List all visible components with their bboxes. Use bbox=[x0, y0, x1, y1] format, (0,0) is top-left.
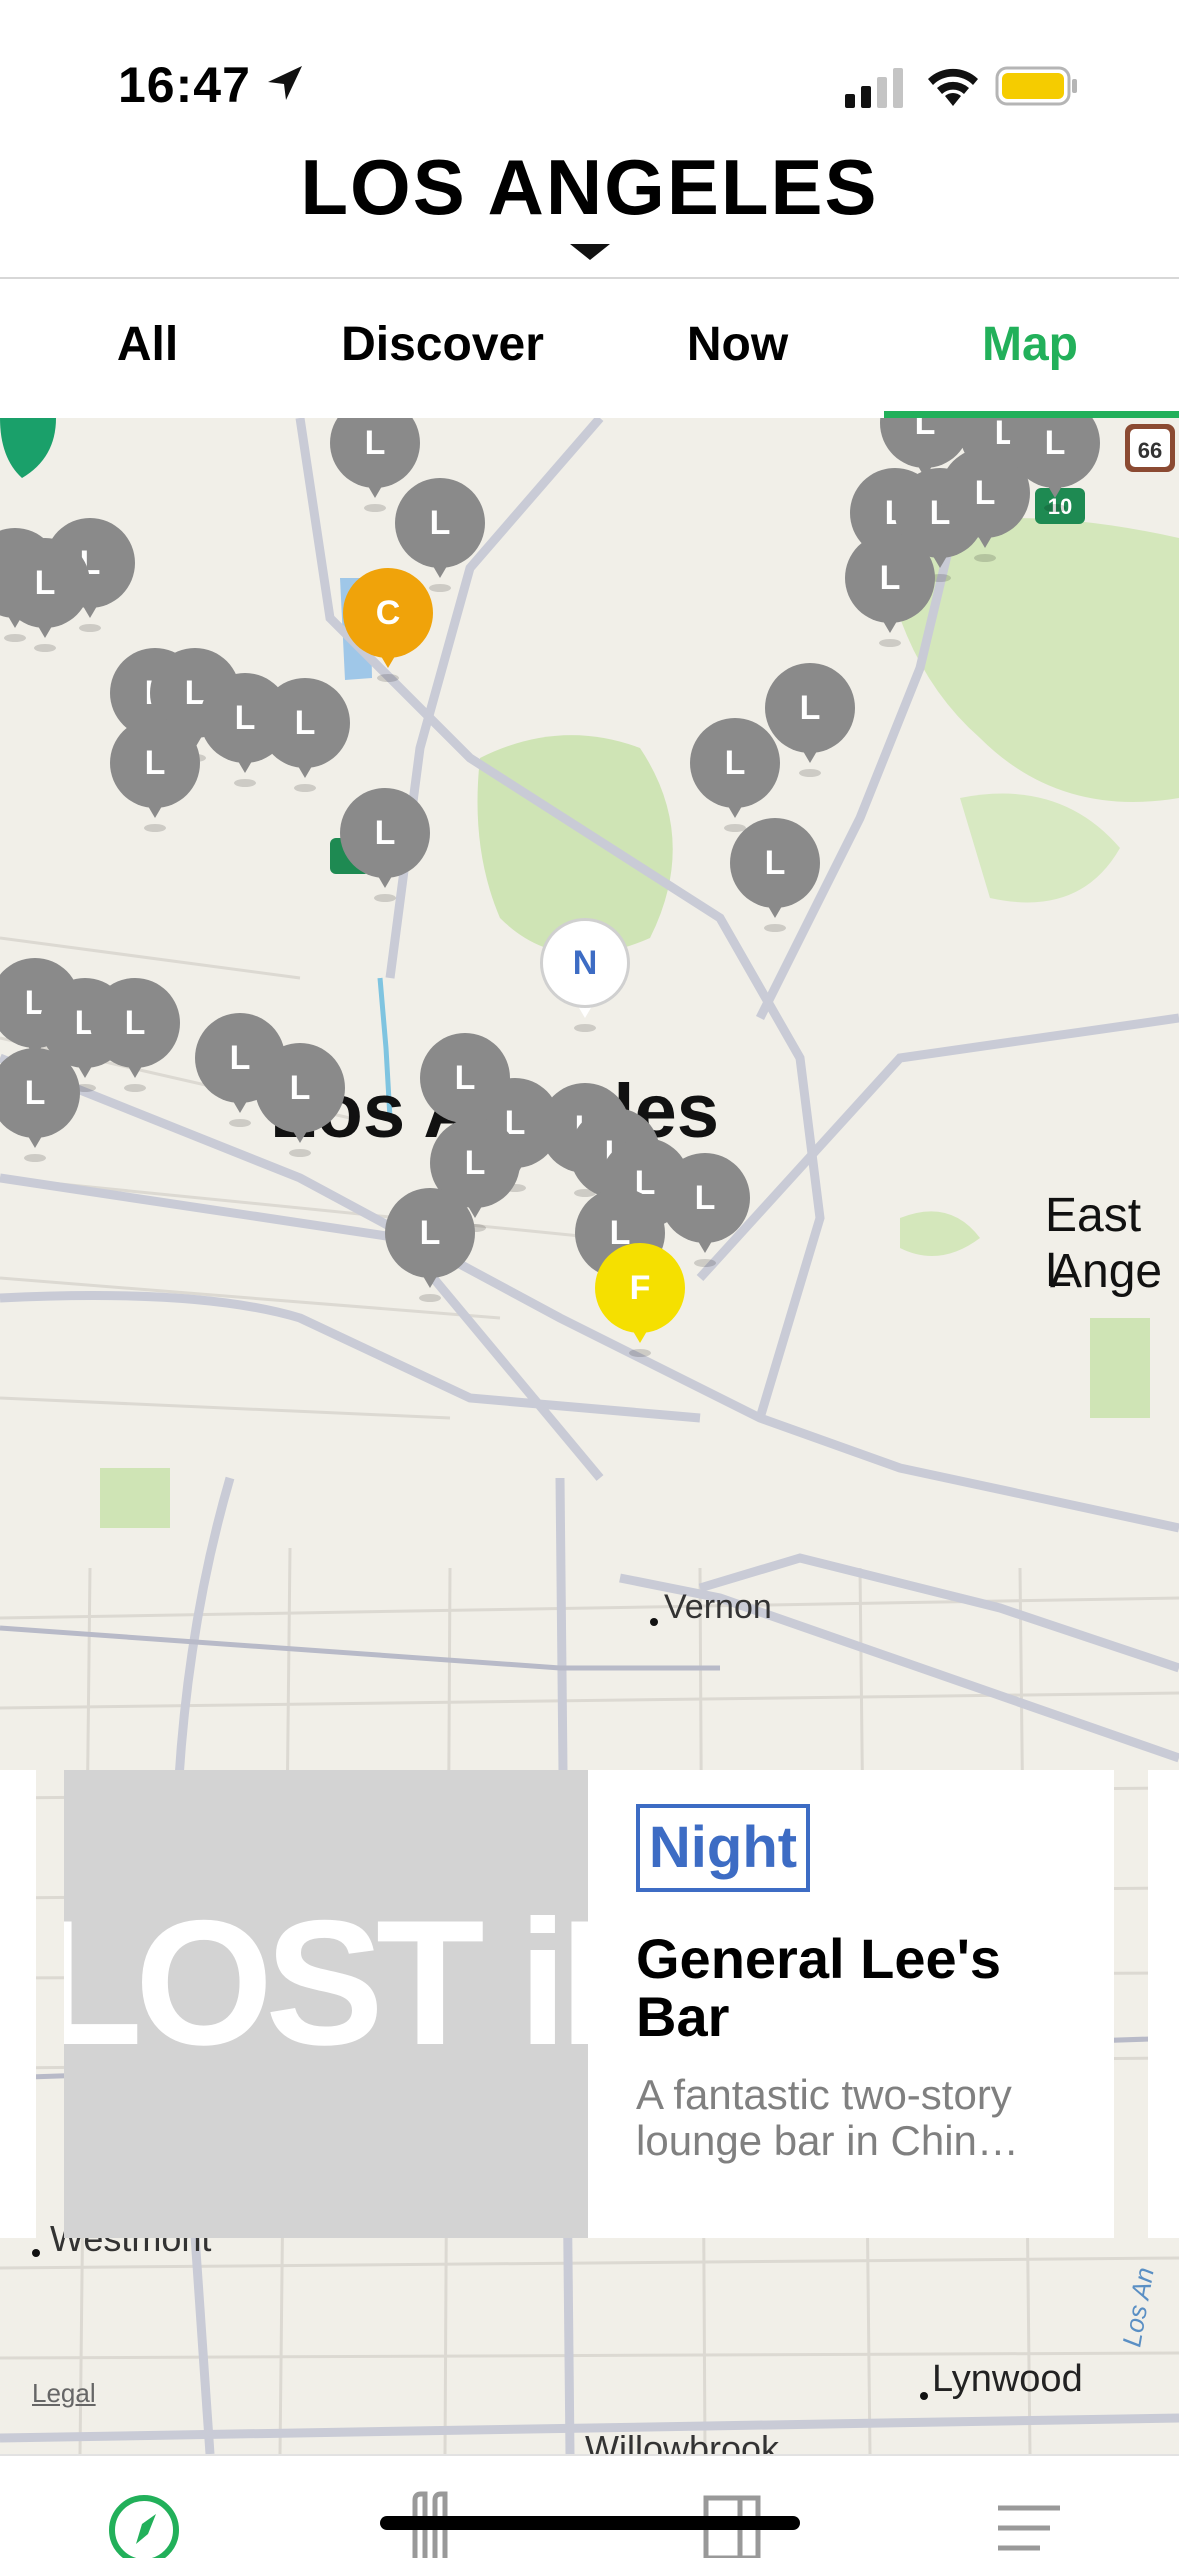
lynwood-dot bbox=[920, 2392, 928, 2400]
tab-discover[interactable]: Discover bbox=[320, 279, 565, 418]
pin-shadow bbox=[374, 894, 396, 902]
map-pin-l[interactable]: L bbox=[110, 718, 206, 838]
menu-icon[interactable] bbox=[994, 2502, 1064, 2558]
vernon-dot bbox=[650, 1618, 658, 1626]
map-pin-n[interactable]: N bbox=[540, 918, 636, 1038]
tab-map[interactable]: Map bbox=[930, 279, 1130, 418]
map-pin-l[interactable]: L bbox=[1010, 418, 1106, 518]
pin-letter: L bbox=[694, 1179, 716, 1217]
pin-shadow bbox=[764, 924, 786, 932]
pin-shadow bbox=[294, 784, 316, 792]
map-label-willowbrook: Willowbrook bbox=[585, 2428, 780, 2454]
westmont-dot bbox=[32, 2249, 40, 2257]
pin-letter: L bbox=[879, 559, 901, 597]
pin-shadow bbox=[419, 1294, 441, 1302]
place-description: A fantastic two-story lounge bar in Chin… bbox=[636, 2071, 1019, 2164]
battery-icon bbox=[995, 66, 1077, 106]
map-pin-l[interactable]: L bbox=[255, 1043, 351, 1163]
pin-shadow bbox=[24, 1154, 46, 1162]
map-pin-l[interactable]: L bbox=[90, 978, 186, 1098]
map-legal-link[interactable]: Legal bbox=[32, 2378, 96, 2409]
pin-letter: L bbox=[419, 1214, 441, 1252]
pin-letter: L bbox=[144, 744, 166, 782]
pin-shadow bbox=[144, 824, 166, 832]
pin-letter: L bbox=[24, 1074, 46, 1112]
place-card[interactable]: LOST iN Night General Lee's Bar A fantas… bbox=[64, 1770, 1114, 2238]
place-card-image-text: LOST iN bbox=[64, 1883, 588, 2082]
pin-letter: N bbox=[572, 944, 598, 982]
pin-letter: L bbox=[429, 504, 451, 542]
bottom-nav bbox=[0, 2454, 1179, 2558]
pin-letter: F bbox=[629, 1269, 651, 1307]
tab-all[interactable]: All bbox=[60, 279, 235, 418]
home-indicator bbox=[380, 2516, 800, 2530]
map-pin-l[interactable]: L bbox=[385, 1188, 481, 1308]
status-bar: 16:47 bbox=[0, 0, 1179, 150]
pin-shadow bbox=[799, 769, 821, 777]
map-pin-l[interactable]: L bbox=[0, 1048, 86, 1168]
city-title[interactable]: LOS ANGELES bbox=[0, 142, 1179, 233]
pin-letter: L bbox=[799, 689, 821, 727]
pin-shadow bbox=[629, 1349, 651, 1357]
pin-letter: C bbox=[375, 594, 401, 632]
card-peek-left[interactable] bbox=[0, 1770, 36, 2238]
place-title: General Lee's Bar bbox=[636, 1927, 1002, 2048]
compass-icon[interactable] bbox=[106, 2492, 182, 2558]
pin-shadow bbox=[364, 504, 386, 512]
river-label: Los An bbox=[1116, 2265, 1159, 2349]
pin-shadow bbox=[879, 639, 901, 647]
svg-text:66: 66 bbox=[1138, 438, 1162, 463]
map-pin-f[interactable]: F bbox=[595, 1243, 691, 1363]
map-pin-l[interactable]: L bbox=[765, 663, 861, 783]
status-time: 16:47 bbox=[118, 57, 251, 113]
signal-icon bbox=[845, 68, 903, 108]
pin-shadow bbox=[694, 1259, 716, 1267]
pin-shadow bbox=[234, 779, 256, 787]
tab-bar: All Discover Now Map bbox=[0, 279, 1179, 418]
pin-letter: L bbox=[294, 704, 316, 742]
map-pin-l[interactable]: L bbox=[260, 678, 356, 798]
pin-shadow bbox=[974, 554, 996, 562]
pin-shadow bbox=[574, 1024, 596, 1032]
pin-shadow bbox=[34, 644, 56, 652]
map-pin-l[interactable]: L bbox=[845, 533, 941, 653]
pin-letter: L bbox=[34, 564, 56, 602]
pin-shadow bbox=[229, 1119, 251, 1127]
pin-letter: L bbox=[764, 844, 786, 882]
map-pin-c[interactable]: C bbox=[343, 568, 439, 688]
pin-shadow bbox=[377, 674, 399, 682]
route-66-shield: 66 bbox=[1125, 424, 1175, 472]
map-pin-l[interactable]: L bbox=[340, 788, 436, 908]
caret-down-icon[interactable] bbox=[570, 244, 610, 260]
pin-shadow bbox=[289, 1149, 311, 1157]
location-arrow-icon bbox=[268, 66, 302, 100]
wifi-icon bbox=[928, 68, 978, 106]
pin-letter: L bbox=[289, 1069, 311, 1107]
tab-now[interactable]: Now bbox=[640, 279, 835, 418]
pin-shadow bbox=[1044, 504, 1066, 512]
card-peek-right[interactable] bbox=[1148, 1770, 1179, 2238]
pin-letter: L bbox=[124, 1004, 146, 1042]
map-pin-l[interactable]: L bbox=[0, 538, 96, 658]
category-badge: Night bbox=[636, 1804, 810, 1892]
map-label-vernon: Vernon bbox=[664, 1588, 772, 1626]
map-label-east-la-2: Ange bbox=[1050, 1245, 1163, 1298]
map-pin-l[interactable]: L bbox=[730, 818, 826, 938]
place-card-image: LOST iN bbox=[64, 1770, 588, 2238]
pin-letter: L bbox=[374, 814, 396, 852]
pin-shadow bbox=[124, 1084, 146, 1092]
partial-map-pin[interactable] bbox=[0, 418, 56, 478]
pin-letter: L bbox=[1044, 424, 1066, 462]
map-label-lynwood: Lynwood bbox=[932, 2358, 1083, 2400]
